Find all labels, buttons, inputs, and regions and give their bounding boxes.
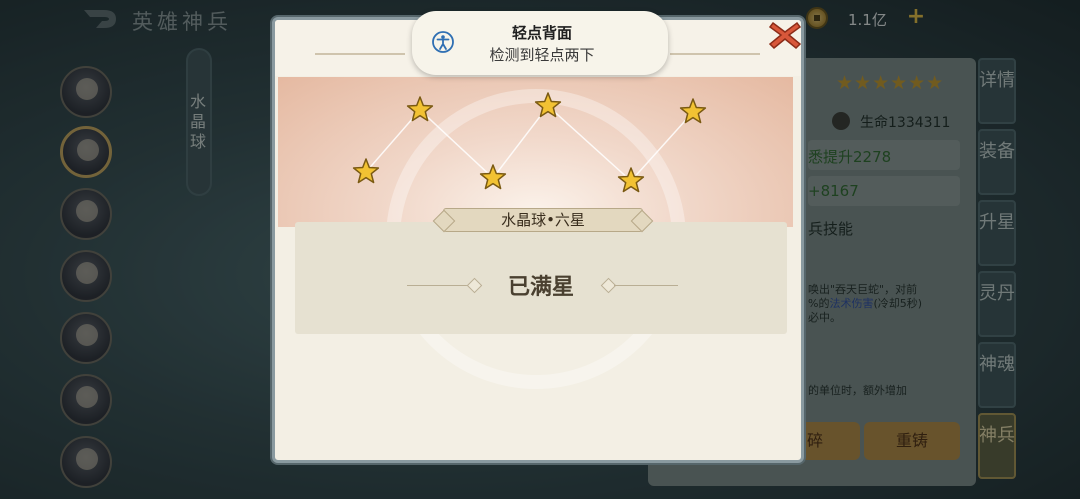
star-up-dialog: 已满星 水晶球•六星 xyxy=(272,17,804,463)
weapon-star-ribbon: 水晶球•六星 xyxy=(443,208,643,232)
accessibility-icon xyxy=(432,31,454,53)
star-icon xyxy=(406,96,434,122)
divider xyxy=(407,285,471,286)
star-icon xyxy=(479,164,507,190)
close-icon[interactable] xyxy=(768,20,802,50)
full-star-status: 已满星 xyxy=(507,274,574,300)
star-banner xyxy=(278,77,793,389)
star-icon xyxy=(679,98,707,124)
divider xyxy=(614,285,678,286)
toast-title: 轻点背面 xyxy=(511,24,572,42)
toast-subtitle: 检测到轻点两下 xyxy=(489,46,595,64)
back-tap-toast: 轻点背面 检测到轻点两下 xyxy=(412,11,668,75)
star-constellation xyxy=(352,92,707,193)
divider xyxy=(670,53,760,55)
divider xyxy=(315,53,405,55)
